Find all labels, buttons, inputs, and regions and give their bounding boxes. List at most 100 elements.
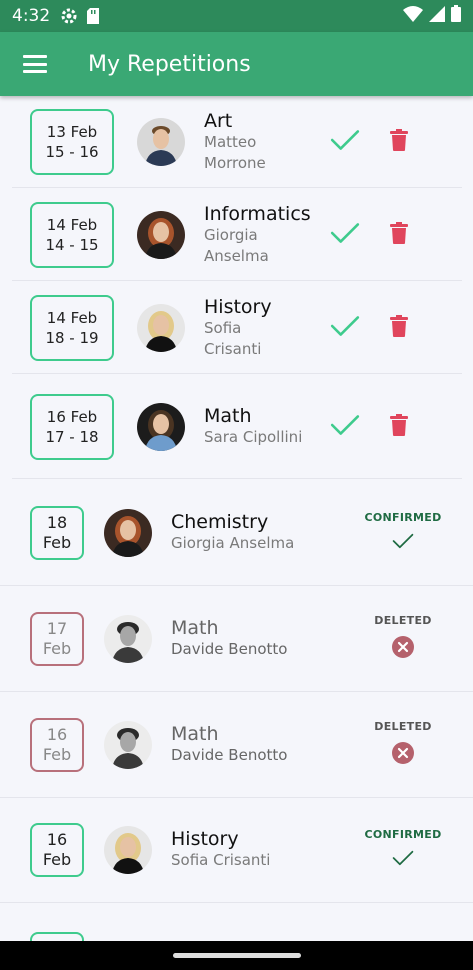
sd-card-icon (86, 7, 100, 25)
upcoming-repetition-row[interactable]: 14 Feb 18 - 19 History Sofia Crisanti (12, 282, 462, 374)
date-box: 16 Feb (30, 717, 84, 772)
teacher-avatar (104, 720, 152, 769)
teacher-name: Giorgia (204, 225, 258, 244)
date-box: 16 Feb (30, 822, 84, 877)
subject-name: Math (204, 405, 252, 427)
teacher-avatar (104, 825, 152, 874)
date-time-box: 14 Feb 14 - 15 (30, 201, 114, 268)
confirmed-check-icon (392, 532, 414, 554)
wifi-icon (403, 5, 423, 27)
date-time-box: 14 Feb 18 - 19 (30, 294, 114, 361)
day-number: 18 (46, 512, 68, 532)
subject-name: History (204, 295, 272, 318)
date-time-box: 16 Feb 17 - 18 (30, 393, 114, 460)
time-slot-label: 17 - 18 (45, 427, 99, 446)
battery-icon (451, 5, 461, 27)
time-slot-label: 15 - 16 (45, 142, 99, 161)
teacher-name: Matteo (204, 132, 257, 151)
teacher-avatar (104, 508, 152, 557)
lesson-info: Chemistry Giorgia Anselma (171, 511, 331, 554)
date-label: 14 Feb (46, 308, 98, 327)
teacher-name: Davide Benotto (171, 640, 288, 658)
repetitions-list[interactable]: 13 Feb 15 - 16 Art Matteo Morrone 14 Feb… (0, 96, 473, 941)
page-title: My Repetitions (88, 51, 251, 77)
teacher-avatar (104, 614, 152, 663)
past-repetition-row[interactable]: 18 Feb Chemistry Giorgia Anselma CONFIRM… (0, 480, 473, 586)
date-label: 16 Feb (46, 407, 98, 426)
subject-name: Math (171, 723, 219, 745)
subject-name: Art (204, 109, 233, 132)
hamburger-menu-icon[interactable] (23, 55, 47, 73)
teacher-avatar (137, 117, 185, 166)
app-bar: My Repetitions (0, 32, 473, 96)
teacher-surname: Crisanti (204, 339, 262, 358)
status-indicator: DELETED (353, 720, 453, 769)
teacher-name: Sara Cipollini (204, 428, 303, 446)
day-number: 16 (46, 829, 68, 849)
teacher-name: Davide Benotto (171, 746, 288, 764)
confirmed-check-icon (392, 849, 414, 871)
confirm-check-icon[interactable] (330, 221, 360, 249)
day-number: 17 (46, 618, 68, 638)
month-label: Feb (42, 849, 72, 869)
system-navigation-bar (0, 941, 473, 970)
confirm-check-icon[interactable] (330, 128, 360, 156)
lesson-info: History Sofia Crisanti (204, 296, 322, 360)
past-repetition-row-partial[interactable] (0, 904, 473, 941)
month-label: Feb (42, 532, 72, 552)
day-number: 16 (46, 724, 68, 744)
status-indicators (403, 5, 461, 27)
teacher-name: Giorgia Anselma (171, 534, 295, 552)
upcoming-repetition-row[interactable]: 14 Feb 14 - 15 Informatics Giorgia Ansel… (12, 189, 462, 281)
status-indicator: CONFIRMED (353, 828, 453, 871)
deleted-x-icon (391, 741, 415, 769)
confirm-check-icon[interactable] (330, 413, 360, 441)
time-slot-label: 18 - 19 (45, 328, 99, 347)
confirm-check-icon[interactable] (330, 314, 360, 342)
lesson-info: Math Davide Benotto (171, 723, 331, 766)
upcoming-repetition-row[interactable]: 13 Feb 15 - 16 Art Matteo Morrone (12, 96, 462, 188)
subject-name: Informatics (204, 202, 311, 225)
lesson-info: History Sofia Crisanti (171, 828, 331, 871)
status-indicator: CONFIRMED (353, 511, 453, 554)
signal-icon (429, 5, 445, 27)
lesson-info: Art Matteo Morrone (204, 110, 322, 174)
status-indicator: DELETED (353, 614, 453, 663)
date-label: 13 Feb (46, 122, 98, 141)
past-repetition-row[interactable]: 17 Feb Math Davide Benotto DELETED (0, 586, 473, 692)
date-label: 14 Feb (46, 215, 98, 234)
time-slot-label: 14 - 15 (45, 235, 99, 254)
date-box: 18 Feb (30, 505, 84, 560)
teacher-surname: Anselma (204, 246, 269, 265)
teacher-name: Sofia Crisanti (171, 851, 271, 869)
status-time: 4:32 (12, 6, 51, 26)
lesson-info: Informatics Giorgia Anselma (204, 203, 322, 267)
subject-name: Chemistry (171, 511, 269, 533)
month-label: Feb (42, 638, 72, 658)
teacher-name: Sofia (204, 318, 242, 337)
status-badge: CONFIRMED (364, 511, 442, 524)
upcoming-repetition-row[interactable]: 16 Feb 17 - 18 Math Sara Cipollini (12, 375, 462, 479)
lesson-info: Math Sara Cipollini (204, 405, 322, 448)
delete-trash-icon[interactable] (390, 314, 408, 341)
settings-gear-icon (60, 7, 78, 25)
date-box: 17 Feb (30, 611, 84, 666)
deleted-x-icon (391, 635, 415, 663)
teacher-avatar (137, 303, 185, 352)
status-badge: CONFIRMED (364, 828, 442, 841)
system-status-bar: 4:32 (0, 0, 473, 32)
home-gesture-handle[interactable] (172, 953, 301, 958)
teacher-avatar (137, 210, 185, 259)
date-time-box: 13 Feb 15 - 16 (30, 108, 114, 175)
past-repetition-row[interactable]: 16 Feb History Sofia Crisanti CONFIRMED (0, 797, 473, 903)
teacher-avatar (137, 402, 185, 451)
teacher-surname: Morrone (204, 153, 266, 172)
past-repetition-row[interactable]: 16 Feb Math Davide Benotto DELETED (0, 692, 473, 798)
subject-name: Math (171, 617, 219, 639)
delete-trash-icon[interactable] (390, 413, 408, 440)
month-label: Feb (42, 744, 72, 764)
delete-trash-icon[interactable] (390, 221, 408, 248)
date-box (30, 931, 84, 941)
delete-trash-icon[interactable] (390, 128, 408, 155)
status-badge: DELETED (374, 720, 432, 733)
